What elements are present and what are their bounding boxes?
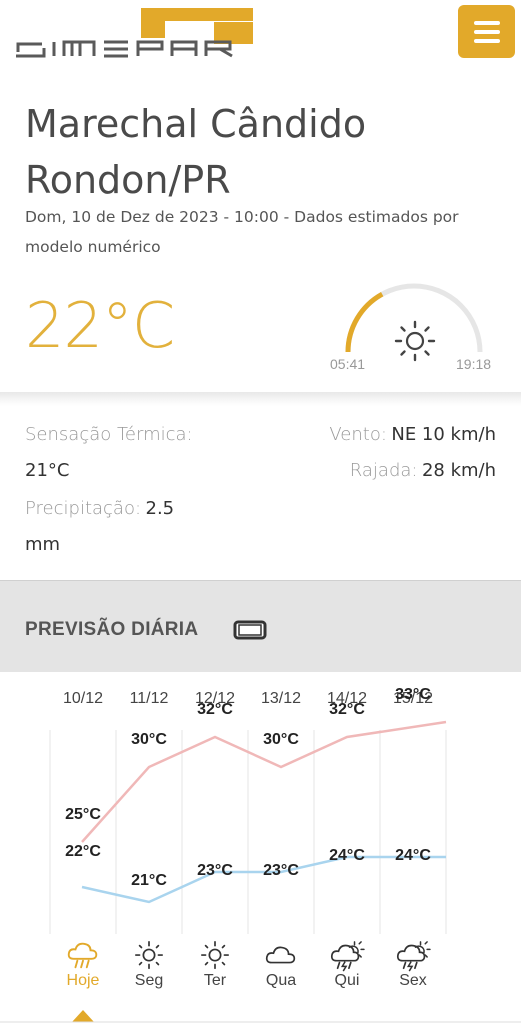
simepar-logo[interactable] (14, 8, 259, 60)
precipitation-value: 2.5 (145, 498, 175, 519)
gust: Rajada: 28 km/h (350, 460, 496, 481)
feels-like-label: Sensação Térmica: (25, 424, 193, 445)
max-temp-label: 32°C (197, 701, 233, 718)
day-tab-seg[interactable]: Seg (116, 972, 182, 990)
max-temp-label: 30°C (131, 731, 167, 748)
max-temp-label: 32°C (329, 701, 365, 718)
selected-day-indicator (72, 1010, 94, 1022)
day-tab-qui[interactable]: Qui (314, 972, 380, 990)
sun-icon (131, 940, 167, 972)
rain-cloud-icon (65, 940, 101, 972)
wind: Vento: NE 10 km/h (329, 424, 496, 445)
city-title: Marechal Cândido Rondon/PR (25, 96, 495, 208)
min-temp-label: 23°C (263, 862, 299, 879)
gust-label: Rajada: (349, 460, 418, 481)
divider (0, 392, 521, 406)
min-temp-label: 21°C (131, 872, 167, 889)
daily-forecast-chart: 10/12 11/12 12/12 13/12 14/12 15/12 25°C 30°C 3… (0, 672, 521, 1024)
day-tab-ter[interactable]: Ter (182, 972, 248, 990)
current-temperature: 22°C (25, 289, 175, 362)
menu-button[interactable] (458, 5, 515, 58)
sunset-time: 19:18 (456, 356, 492, 372)
precipitation: Precipitação: 2.5 (25, 498, 174, 519)
weather-details: Sensação Térmica: 21°C Precipitação: 2.5… (0, 406, 521, 586)
sun-arc-widget: 05:41 19:18 (326, 278, 506, 378)
sun-icon (394, 320, 436, 362)
mobile-rotate-icon[interactable] (233, 619, 267, 641)
storm-sun-icon (329, 940, 365, 972)
precipitation-unit: mm (25, 534, 61, 555)
feels-like-value: 21°C (25, 460, 70, 481)
gust-value: 28 km/h (421, 460, 496, 481)
storm-sun-icon (395, 940, 431, 972)
day-tab-sex[interactable]: Sex (380, 972, 446, 990)
max-temp-label: 25°C (65, 806, 101, 823)
sun-icon (197, 940, 233, 972)
min-temp-label: 23°C (197, 862, 233, 879)
min-temp-label: 24°C (329, 847, 365, 864)
max-temp-label: 30°C (263, 731, 299, 748)
precipitation-label: Precipitação: (25, 498, 142, 519)
city-name-line2: Rondon/PR (25, 158, 231, 202)
min-temp-label: 22°C (65, 843, 101, 860)
day-tab-hoje[interactable]: Hoje (50, 972, 116, 990)
max-temp-label: 33°C (395, 686, 431, 703)
city-name-line1: Marechal Cândido (25, 102, 367, 146)
date-description: Dom, 10 de Dez de 2023 - 10:00 - Dados e… (25, 208, 459, 256)
wind-label: Vento: (329, 424, 387, 445)
daily-forecast-header: PREVISÃO DIÁRIA (0, 580, 521, 672)
wind-value: NE 10 km/h (391, 424, 496, 445)
day-tab-qua[interactable]: Qua (248, 972, 314, 990)
cloud-icon (263, 940, 299, 972)
daily-forecast-title: PREVISÃO DIÁRIA (25, 619, 199, 640)
sunrise-time: 05:41 (330, 356, 366, 372)
header (0, 0, 521, 92)
hamburger-icon (474, 21, 500, 25)
min-temp-label: 24°C (395, 847, 431, 864)
